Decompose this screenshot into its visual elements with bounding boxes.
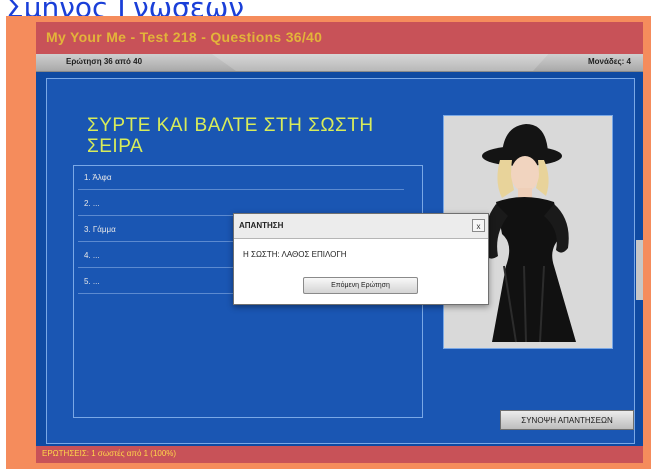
- score-label: Μονάδες: 4: [587, 57, 631, 66]
- question-progress-label: Ερώτηση 36 από 40: [66, 57, 143, 66]
- question-text: ΣΥΡΤΕ ΚΑΙ ΒΑΛΤΕ ΣΤΗ ΣΩΣΤΗ ΣΕΙΡΑ: [87, 115, 374, 157]
- dialog-title: ΑΠΑΝΤΗΣΗ: [239, 221, 284, 230]
- answer-label: 2. ...: [84, 199, 100, 208]
- next-question-button[interactable]: Επόμενη Ερώτηση: [303, 277, 418, 294]
- status-bar: ΕΡΩΤΗΣΕΙΣ: 1 σωστές από 1 (100%): [36, 446, 643, 463]
- close-icon[interactable]: x: [472, 219, 485, 232]
- answer-label: 1. Άλφα: [84, 173, 112, 182]
- answer-label: 4. ...: [84, 251, 100, 260]
- browser-link[interactable]: Σμήνος Γνώσεων: [6, 0, 386, 16]
- dialog-message: Η ΣΩΣΤΗ: ΛΑΘΟΣ ΕΠΙΛΟΓΗ: [243, 250, 347, 259]
- score-status: ΕΡΩΤΗΣΕΙΣ: 1 σωστές από 1 (100%): [42, 449, 177, 458]
- tab-bar: Ερώτηση 36 από 40 Μονάδες: 4: [36, 54, 643, 72]
- window-title: My Your Me - Test 218 - Questions 36/40: [46, 29, 323, 45]
- dialog-titlebar: ΑΠΑΝΤΗΣΗ x: [234, 214, 488, 239]
- answer-label: 3. Γάμμα: [84, 225, 116, 234]
- answer-dialog: ΑΠΑΝΤΗΣΗ x Η ΣΩΣΤΗ: ΛΑΘΟΣ ΕΠΙΛΟΓΗ Επόμεν…: [233, 213, 489, 305]
- title-bar: My Your Me - Test 218 - Questions 36/40: [36, 22, 643, 54]
- answer-summary-button[interactable]: ΣΥΝΟΨΗ ΑΠΑΝΤΗΣΕΩΝ: [500, 410, 634, 430]
- answer-item[interactable]: 1. Άλφα: [78, 169, 404, 190]
- side-scroll-tab[interactable]: [636, 240, 643, 300]
- answer-label: 5. ...: [84, 277, 100, 286]
